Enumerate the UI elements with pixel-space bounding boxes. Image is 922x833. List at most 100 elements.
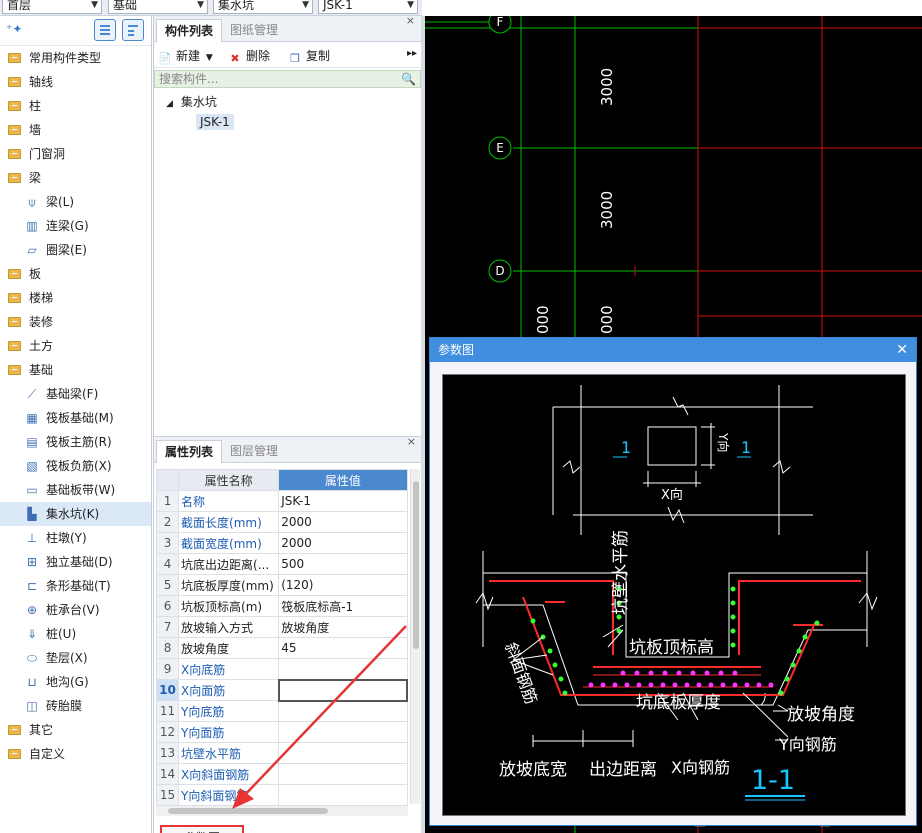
- detail-view-button[interactable]: [122, 19, 144, 41]
- tab-drawing-manage[interactable]: 图纸管理: [222, 19, 286, 42]
- tree-item[interactable]: 板: [0, 262, 151, 286]
- tree-item[interactable]: 门窗洞: [0, 142, 151, 166]
- tree-item[interactable]: 墙: [0, 118, 151, 142]
- property-row[interactable]: 3 截面宽度(mm) 2000: [155, 532, 408, 554]
- tree-item[interactable]: ⊔ 地沟(G): [0, 670, 151, 694]
- component-tree: ◢ 集水坑 JSK-1: [154, 88, 421, 132]
- list-view-button[interactable]: [94, 19, 116, 41]
- rebar-dot: [732, 670, 738, 676]
- tab-layer-manage[interactable]: 图层管理: [222, 440, 286, 463]
- property-value[interactable]: 2000: [278, 511, 408, 533]
- tree-item[interactable]: ▧ 筏板负筋(X): [0, 454, 151, 478]
- folder-icon: [8, 101, 21, 111]
- property-row[interactable]: 12 Y向面筋: [155, 721, 408, 743]
- search-icon[interactable]: 🔍: [401, 71, 416, 87]
- tree-item[interactable]: 装修: [0, 310, 151, 334]
- property-name: Y向底筋: [178, 700, 280, 722]
- tree-item[interactable]: 自定义: [0, 742, 151, 766]
- close-icon[interactable]: ×: [406, 14, 415, 27]
- tree-item[interactable]: 楼梯: [0, 286, 151, 310]
- row-number: 1: [155, 490, 180, 512]
- tree-item[interactable]: ⟋ 基础梁(F): [0, 382, 151, 406]
- tree-item[interactable]: ⊏ 条形基础(T): [0, 574, 151, 598]
- tree-item[interactable]: ▭ 基础板带(W): [0, 478, 151, 502]
- tree-item[interactable]: 土方: [0, 334, 151, 358]
- x-rebar-label: X向钢筋: [671, 758, 730, 777]
- category-select[interactable]: 基础 ▼: [108, 0, 208, 14]
- property-value[interactable]: 45: [278, 637, 408, 659]
- tree-item[interactable]: 轴线: [0, 70, 151, 94]
- property-row[interactable]: 6 坑板顶标高(m) 筏板底标高-1: [155, 595, 408, 617]
- tree-item[interactable]: ▤ 筏板主筋(R): [0, 430, 151, 454]
- tree-item[interactable]: ⊥ 柱墩(Y): [0, 526, 151, 550]
- tree-item[interactable]: 梁: [0, 166, 151, 190]
- property-row[interactable]: 7 放坡输入方式 放坡角度: [155, 616, 408, 638]
- property-row[interactable]: 5 坑底板厚度(mm) (120): [155, 574, 408, 596]
- tree-item[interactable]: ▥ 连梁(G): [0, 214, 151, 238]
- property-row[interactable]: 2 截面长度(mm) 2000: [155, 511, 408, 533]
- property-value[interactable]: 筏板底标高-1: [278, 595, 408, 617]
- property-row[interactable]: 11 Y向底筋: [155, 700, 408, 722]
- tree-root-node[interactable]: ◢ 集水坑: [154, 92, 421, 112]
- property-row[interactable]: 15 Y向斜面钢筋: [155, 784, 408, 806]
- property-value[interactable]: 2000: [278, 532, 408, 554]
- property-value[interactable]: JSK-1: [278, 490, 408, 512]
- tree-item[interactable]: ▦ 筏板基础(M): [0, 406, 151, 430]
- property-value[interactable]: [278, 784, 408, 806]
- property-value[interactable]: 放坡角度: [278, 616, 408, 638]
- tree-item[interactable]: ⊞ 独立基础(D): [0, 550, 151, 574]
- floor-select[interactable]: 首层 ▼: [2, 0, 102, 14]
- tree-item[interactable]: 基础: [0, 358, 151, 382]
- row-number: 12: [155, 721, 180, 743]
- tree-child-node[interactable]: JSK-1: [154, 112, 421, 132]
- rebar-dot: [730, 642, 736, 648]
- property-value[interactable]: (120): [278, 574, 408, 596]
- property-row[interactable]: 10 X向面筋: [155, 678, 409, 702]
- copy-button[interactable]: ❐ 复制: [288, 47, 330, 66]
- property-value[interactable]: 500: [278, 553, 408, 575]
- tree-item[interactable]: ◫ 砖胎膜: [0, 694, 151, 718]
- tree-item[interactable]: ⊕ 桩承台(V): [0, 598, 151, 622]
- property-name: 放坡角度: [178, 637, 280, 659]
- new-button[interactable]: 📄 新建 ▼: [158, 47, 213, 66]
- close-icon[interactable]: ✕: [896, 338, 908, 362]
- property-value[interactable]: [278, 700, 408, 722]
- tree-item[interactable]: ⬭ 垫层(X): [0, 646, 151, 670]
- property-row[interactable]: 13 坑壁水平筋: [155, 742, 408, 764]
- component-type-select[interactable]: 集水坑 ▼: [213, 0, 313, 14]
- folder-icon: [8, 749, 21, 759]
- parameter-diagram-button[interactable]: 参数图: [160, 825, 244, 833]
- property-value[interactable]: [277, 678, 409, 702]
- close-icon[interactable]: ×: [407, 435, 416, 448]
- tab-component-list[interactable]: 构件列表: [156, 19, 223, 42]
- property-value[interactable]: [278, 763, 408, 785]
- component-select[interactable]: JSK-1 ▼: [318, 0, 418, 14]
- folder-icon: [8, 365, 21, 375]
- property-value[interactable]: [278, 742, 408, 764]
- property-row[interactable]: 9 X向底筋: [155, 658, 408, 680]
- tree-item[interactable]: ▱ 圈梁(E): [0, 238, 151, 262]
- property-value[interactable]: [278, 658, 408, 680]
- property-value[interactable]: [278, 721, 408, 743]
- tree-item[interactable]: ⍦ 梁(L): [0, 190, 151, 214]
- tree-item[interactable]: ⇓ 桩(U): [0, 622, 151, 646]
- tab-property-list[interactable]: 属性列表: [156, 440, 223, 463]
- property-row[interactable]: 14 X向斜面钢筋: [155, 763, 408, 785]
- vertical-scrollbar[interactable]: [410, 469, 420, 804]
- horizontal-scrollbar[interactable]: [156, 806, 408, 816]
- property-row[interactable]: 4 坑底出边距离(... 500: [155, 553, 408, 575]
- collapse-icon[interactable]: ◢: [166, 99, 173, 109]
- tree-item[interactable]: 柱: [0, 94, 151, 118]
- rebar-dot: [796, 648, 802, 654]
- delete-button[interactable]: ✖ 删除: [228, 47, 270, 66]
- property-row[interactable]: 1 名称 JSK-1: [155, 490, 408, 512]
- property-row[interactable]: 8 放坡角度 45: [155, 637, 408, 659]
- more-icon[interactable]: ▸▸: [407, 48, 417, 59]
- expand-icon[interactable]: ⁺✦: [6, 22, 22, 36]
- tree-toolbar: ⁺✦: [0, 16, 151, 46]
- search-input[interactable]: 搜索构件... 🔍: [154, 70, 421, 88]
- tree-item[interactable]: 其它: [0, 718, 151, 742]
- tree-item[interactable]: 常用构件类型: [0, 46, 151, 70]
- dialog-titlebar[interactable]: 参数图 ✕: [430, 338, 916, 362]
- tree-item[interactable]: ▙ 集水坑(K): [0, 502, 151, 526]
